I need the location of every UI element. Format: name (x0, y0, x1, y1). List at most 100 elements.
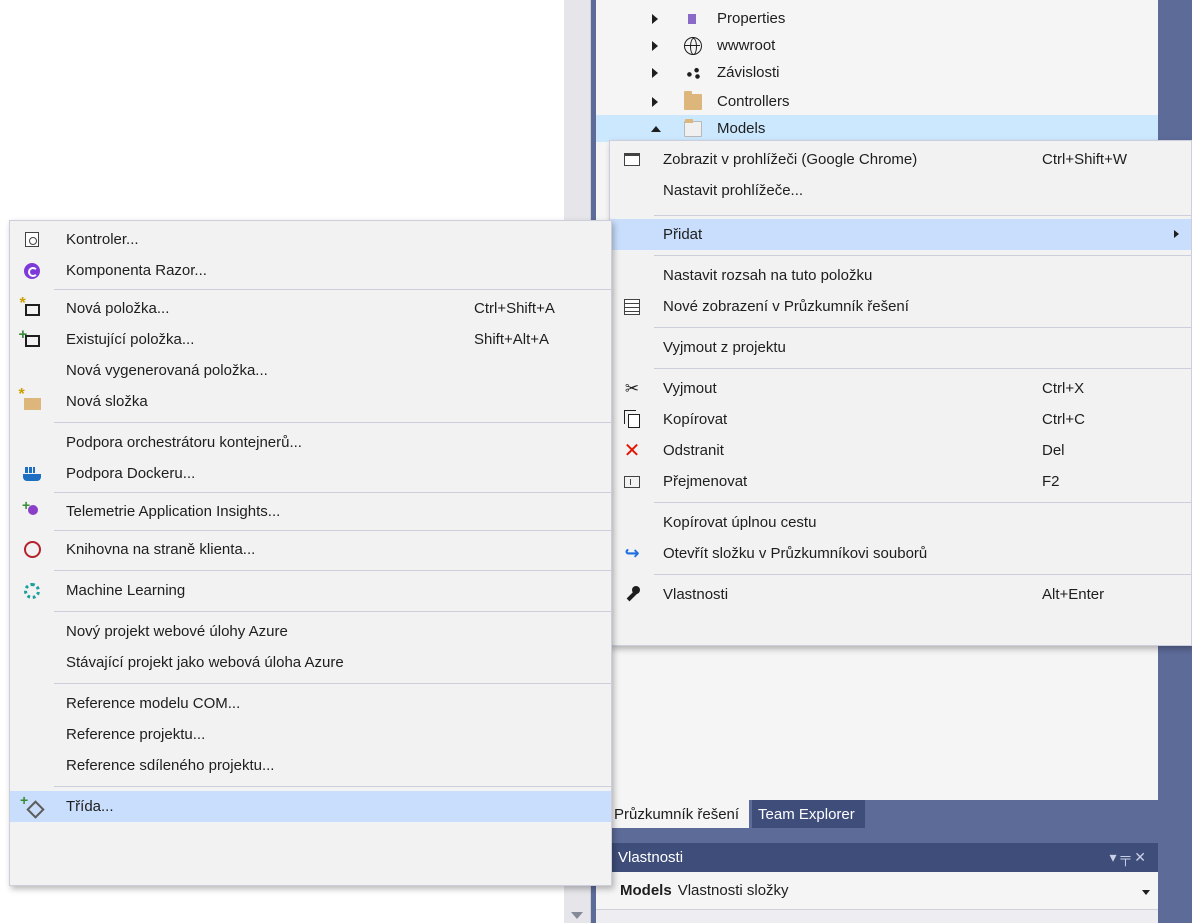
menu-item-label: Knihovna na straně klienta... (66, 541, 256, 558)
menu-item-new-folder[interactable]: Nová složka (10, 386, 611, 417)
globe-icon (684, 36, 702, 55)
delete-icon: ✕ (623, 440, 641, 462)
tree-item-properties[interactable]: Properties (596, 5, 1158, 32)
menu-item-shortcut: Ctrl+C (1042, 411, 1085, 428)
copy-icon (622, 410, 642, 429)
menu-item-class[interactable]: Třída... (10, 791, 611, 822)
menu-item-new-solution-explorer-view[interactable]: Nové zobrazení v Průzkumník řešení (610, 291, 1191, 322)
menu-separator (54, 422, 611, 423)
menu-item-label: Přejmenovat (663, 473, 748, 490)
new-folder-icon (19, 386, 42, 411)
menu-item-shortcut: Ctrl+Shift+W (1042, 151, 1128, 168)
expand-arrow-icon[interactable] (652, 67, 658, 78)
properties-object-name: Models (620, 882, 672, 899)
menu-item-shortcut: Alt+Enter (1042, 586, 1105, 603)
menu-item-add[interactable]: Přidat (610, 219, 1191, 250)
folder-icon (684, 90, 702, 110)
menu-item-machine-learning[interactable]: Machine Learning (10, 575, 611, 606)
expand-arrow-icon[interactable] (652, 96, 658, 107)
wrench-icon (622, 585, 642, 604)
properties-object-selector[interactable]: Models Vlastnosti složky (596, 872, 1158, 910)
menu-item-project-reference[interactable]: Reference projektu... (10, 719, 611, 750)
menu-item-shared-project-reference[interactable]: Reference sdíleného projektu... (10, 750, 611, 781)
tree-item-models[interactable]: Models (596, 115, 1158, 142)
menu-item-container-orchestrator[interactable]: Podpora orchestrátoru kontejnerů... (10, 427, 611, 458)
properties-grid (596, 910, 1158, 923)
tab-solution-explorer[interactable]: Průzkumník řešení (596, 800, 750, 828)
menu-separator (654, 574, 1191, 575)
menu-item-label: Reference sdíleného projektu... (66, 757, 275, 774)
menu-separator (654, 255, 1191, 256)
menu-item-label: Odstranit (663, 442, 724, 459)
tree-item-label: wwwroot (717, 37, 776, 54)
menu-item-label: Vlastnosti (663, 586, 729, 603)
menu-item-existing-azure-webjob[interactable]: Stávající projekt jako webová úloha Azur… (10, 647, 611, 678)
menu-item-docker-support[interactable]: Podpora Dockeru... (10, 458, 611, 489)
menu-item-copy-full-path[interactable]: Kopírovat úplnou cestu (610, 507, 1191, 538)
menu-item-view-in-browser[interactable]: Zobrazit v prohlížeči (Google Chrome) Ct… (610, 144, 1191, 175)
menu-item-razor-component[interactable]: Komponenta Razor... (10, 255, 611, 286)
menu-item-new-item[interactable]: Nová položka... Ctrl+Shift+A (10, 293, 611, 324)
menu-separator (654, 502, 1191, 503)
menu-item-label: Přidat (663, 226, 703, 243)
scroll-down-arrow-icon[interactable] (571, 912, 583, 919)
tree-item-label: Závislosti (717, 64, 780, 81)
library-icon (22, 541, 42, 559)
menu-separator (654, 215, 1191, 216)
menu-item-browse-with[interactable]: Nastavit prohlížeče... (610, 175, 1191, 206)
tree-item-controllers[interactable]: Controllers (596, 88, 1158, 115)
rename-icon (622, 473, 642, 491)
menu-item-label: Podpora Dockeru... (66, 465, 196, 482)
menu-item-exclude-from-project[interactable]: Vyjmout z projektu (610, 332, 1191, 363)
expand-arrow-icon[interactable] (652, 13, 658, 24)
menu-item-shortcut: Del (1042, 442, 1065, 459)
menu-separator (654, 327, 1191, 328)
tree-item-label: Controllers (717, 93, 790, 110)
panel-window-controls[interactable]: ▾ ╤ ✕ (1110, 849, 1146, 866)
menu-separator (54, 683, 611, 684)
menu-item-shortcut: F2 (1042, 473, 1060, 490)
menu-item-open-folder-in-explorer[interactable]: ↪ Otevřít složku v Průzkumníkovi souborů (610, 538, 1191, 569)
open-folder-icon: ↪ (624, 543, 640, 563)
menu-item-label: Vyjmout (663, 380, 717, 397)
menu-item-label: Třída... (66, 798, 114, 815)
tree-item-dependencies[interactable]: Závislosti (596, 59, 1158, 86)
dependencies-icon (684, 65, 702, 80)
expand-arrow-icon[interactable] (652, 40, 658, 51)
menu-item-label: Kontroler... (66, 231, 139, 248)
menu-item-controller[interactable]: Kontroler... (10, 224, 611, 255)
menu-item-new-scaffolded-item[interactable]: Nová vygenerovaná položka... (10, 355, 611, 386)
tree-item-wwwroot[interactable]: wwwroot (596, 32, 1158, 59)
menu-item-label: Kopírovat úplnou cestu (663, 514, 817, 531)
collapse-arrow-icon[interactable] (651, 125, 661, 132)
menu-item-rename[interactable]: Přejmenovat F2 (610, 466, 1191, 497)
menu-item-delete[interactable]: ✕ Odstranit Del (610, 435, 1191, 466)
menu-separator (654, 368, 1191, 369)
tab-team-explorer[interactable]: Team Explorer (752, 800, 865, 828)
menu-item-cut[interactable]: ✂ Vyjmout Ctrl+X (610, 373, 1191, 404)
menu-item-label: Telemetrie Application Insights... (66, 503, 281, 520)
scissors-icon: ✂ (624, 378, 640, 398)
submenu-arrow-icon (1174, 230, 1179, 238)
menu-separator (54, 786, 611, 787)
menu-item-label: Machine Learning (66, 582, 186, 599)
menu-item-client-side-library[interactable]: Knihovna na straně klienta... (10, 534, 611, 565)
menu-item-existing-item[interactable]: Existující položka... Shift+Alt+A (10, 324, 611, 355)
menu-item-label: Nová složka (66, 393, 148, 410)
menu-item-label: Nová vygenerovaná položka... (66, 362, 268, 379)
menu-item-copy[interactable]: Kopírovat Ctrl+C (610, 404, 1191, 435)
folder-open-icon (684, 118, 702, 137)
explorer-tab-strip: Průzkumník řešení Team Explorer (596, 800, 865, 828)
menu-item-properties[interactable]: Vlastnosti Alt+Enter (610, 579, 1191, 610)
chevron-down-icon[interactable] (1142, 890, 1150, 895)
properties-object-type: Vlastnosti složky (677, 882, 789, 899)
menu-item-com-reference[interactable]: Reference modelu COM... (10, 688, 611, 719)
add-submenu: Kontroler... Komponenta Razor... Nová po… (9, 220, 612, 886)
menu-item-label: Nová položka... (66, 300, 170, 317)
class-icon (20, 792, 42, 816)
menu-item-application-insights[interactable]: Telemetrie Application Insights... (10, 496, 611, 527)
menu-item-new-azure-webjob[interactable]: Nový projekt webové úlohy Azure (10, 616, 611, 647)
ml-icon (22, 582, 42, 600)
properties-panel-title: Vlastnosti (618, 849, 684, 866)
menu-item-scope-to-this[interactable]: Nastavit rozsah na tuto položku (610, 260, 1191, 291)
